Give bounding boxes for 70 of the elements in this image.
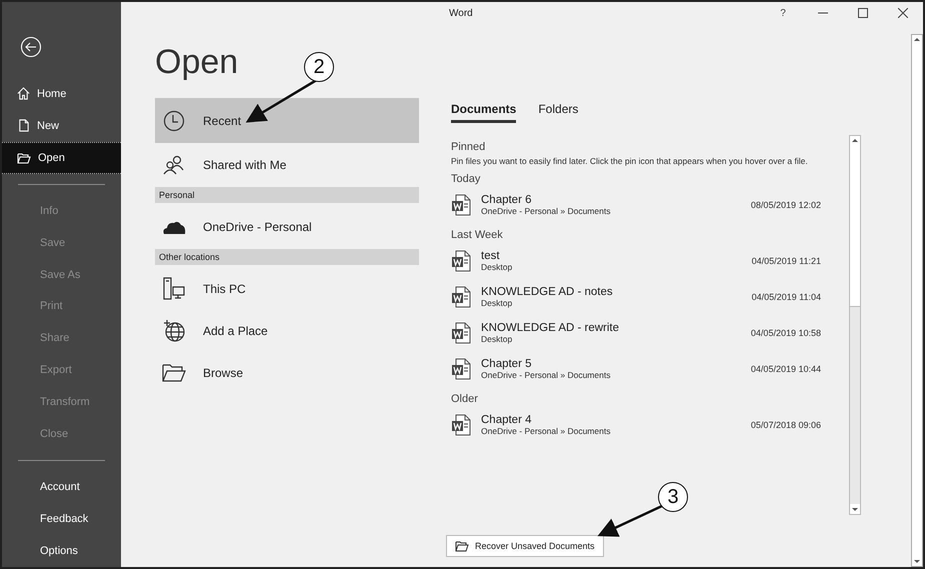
- file-date: 05/07/2018 09:06: [750, 420, 821, 430]
- new-document-icon: [17, 119, 30, 132]
- file-date: 04/05/2019 10:58: [750, 328, 821, 338]
- place-item[interactable]: Browse: [155, 353, 419, 393]
- minimize-icon: [818, 12, 828, 14]
- file-name[interactable]: Chapter 6: [481, 194, 751, 206]
- recover-button[interactable]: Recover Unsaved Documents: [446, 535, 604, 557]
- window-title: Word: [449, 8, 474, 18]
- scroll-thumb[interactable]: [850, 146, 860, 307]
- file-name[interactable]: Chapter 5: [481, 358, 751, 370]
- file-date: 04/05/2019 11:04: [752, 292, 821, 302]
- file-name[interactable]: KNOWLEDGE AD - notes: [481, 286, 752, 298]
- place-item[interactable]: Shared with Me: [155, 145, 419, 185]
- people-icon: [163, 155, 185, 175]
- file-date: 04/05/2019 10:44: [750, 364, 821, 374]
- home-icon: [17, 87, 30, 100]
- place-item[interactable]: OneDrive - Personal: [155, 207, 419, 247]
- folder-icon: [162, 364, 186, 382]
- file-date: 08/05/2019 12:02: [750, 200, 821, 210]
- word-document-icon: [451, 414, 471, 436]
- sidebar-item[interactable]: Open: [2, 142, 121, 174]
- tab[interactable]: Documents: [451, 102, 516, 123]
- sidebar-item[interactable]: Account: [2, 471, 121, 504]
- word-document-icon: [451, 250, 471, 272]
- file-name[interactable]: KNOWLEDGE AD - rewrite: [481, 322, 751, 334]
- globe-icon: [163, 320, 185, 342]
- group-heading: Today: [451, 173, 482, 185]
- scroll-up-icon[interactable]: [850, 136, 860, 146]
- place-item[interactable]: Recent: [155, 98, 419, 143]
- group-heading: Older: [451, 393, 479, 405]
- sidebar-item[interactable]: Home: [2, 78, 121, 110]
- page-title: Open: [155, 42, 238, 82]
- section-heading: Other locations: [155, 249, 419, 265]
- file-location: Desktop: [481, 262, 514, 272]
- group-heading: Last Week: [451, 229, 504, 241]
- file-location: Desktop: [481, 298, 514, 308]
- tab[interactable]: Folders: [538, 102, 578, 123]
- file-name[interactable]: Chapter 4: [481, 414, 751, 426]
- word-document-icon: [451, 358, 471, 380]
- close-icon: [898, 8, 908, 18]
- maximize-icon: [858, 8, 868, 18]
- scroll-down-icon[interactable]: [850, 504, 860, 514]
- file-date: 04/05/2019 11:21: [752, 256, 821, 266]
- file-location: OneDrive - Personal » Documents: [481, 426, 612, 436]
- section-heading: Personal: [155, 187, 419, 203]
- group-heading: Pinned: [451, 141, 486, 153]
- place-item[interactable]: Add a Place: [155, 311, 419, 351]
- folder-icon: [455, 540, 469, 552]
- sidebar-item[interactable]: Feedback: [2, 503, 121, 535]
- sidebar-item[interactable]: Options: [2, 534, 121, 567]
- word-document-icon: [451, 322, 471, 344]
- sidebar-item[interactable]: New: [2, 110, 121, 142]
- scrollbar[interactable]: [849, 135, 861, 515]
- back-button[interactable]: [20, 36, 42, 58]
- cloud-icon: [162, 219, 186, 235]
- place-item[interactable]: This PC: [155, 269, 419, 309]
- callout-number: 3: [658, 482, 688, 512]
- folder-icon: [17, 152, 31, 164]
- help-button[interactable]: ?: [763, 3, 803, 23]
- file-location: Desktop: [481, 334, 514, 344]
- hint-text: Pin files you want to easily find later. Click the pin icon that appears when you hover over a file.: [451, 155, 809, 167]
- scrollbar[interactable]: [911, 34, 923, 567]
- word-document-icon: [451, 194, 471, 216]
- file-name[interactable]: test: [481, 250, 752, 262]
- word-document-icon: [451, 286, 471, 308]
- clock-icon: [163, 110, 185, 132]
- callout-number: 2: [304, 52, 334, 82]
- computer-icon: [163, 277, 185, 301]
- file-location: OneDrive - Personal » Documents: [481, 370, 612, 380]
- file-location: OneDrive - Personal » Documents: [481, 206, 612, 216]
